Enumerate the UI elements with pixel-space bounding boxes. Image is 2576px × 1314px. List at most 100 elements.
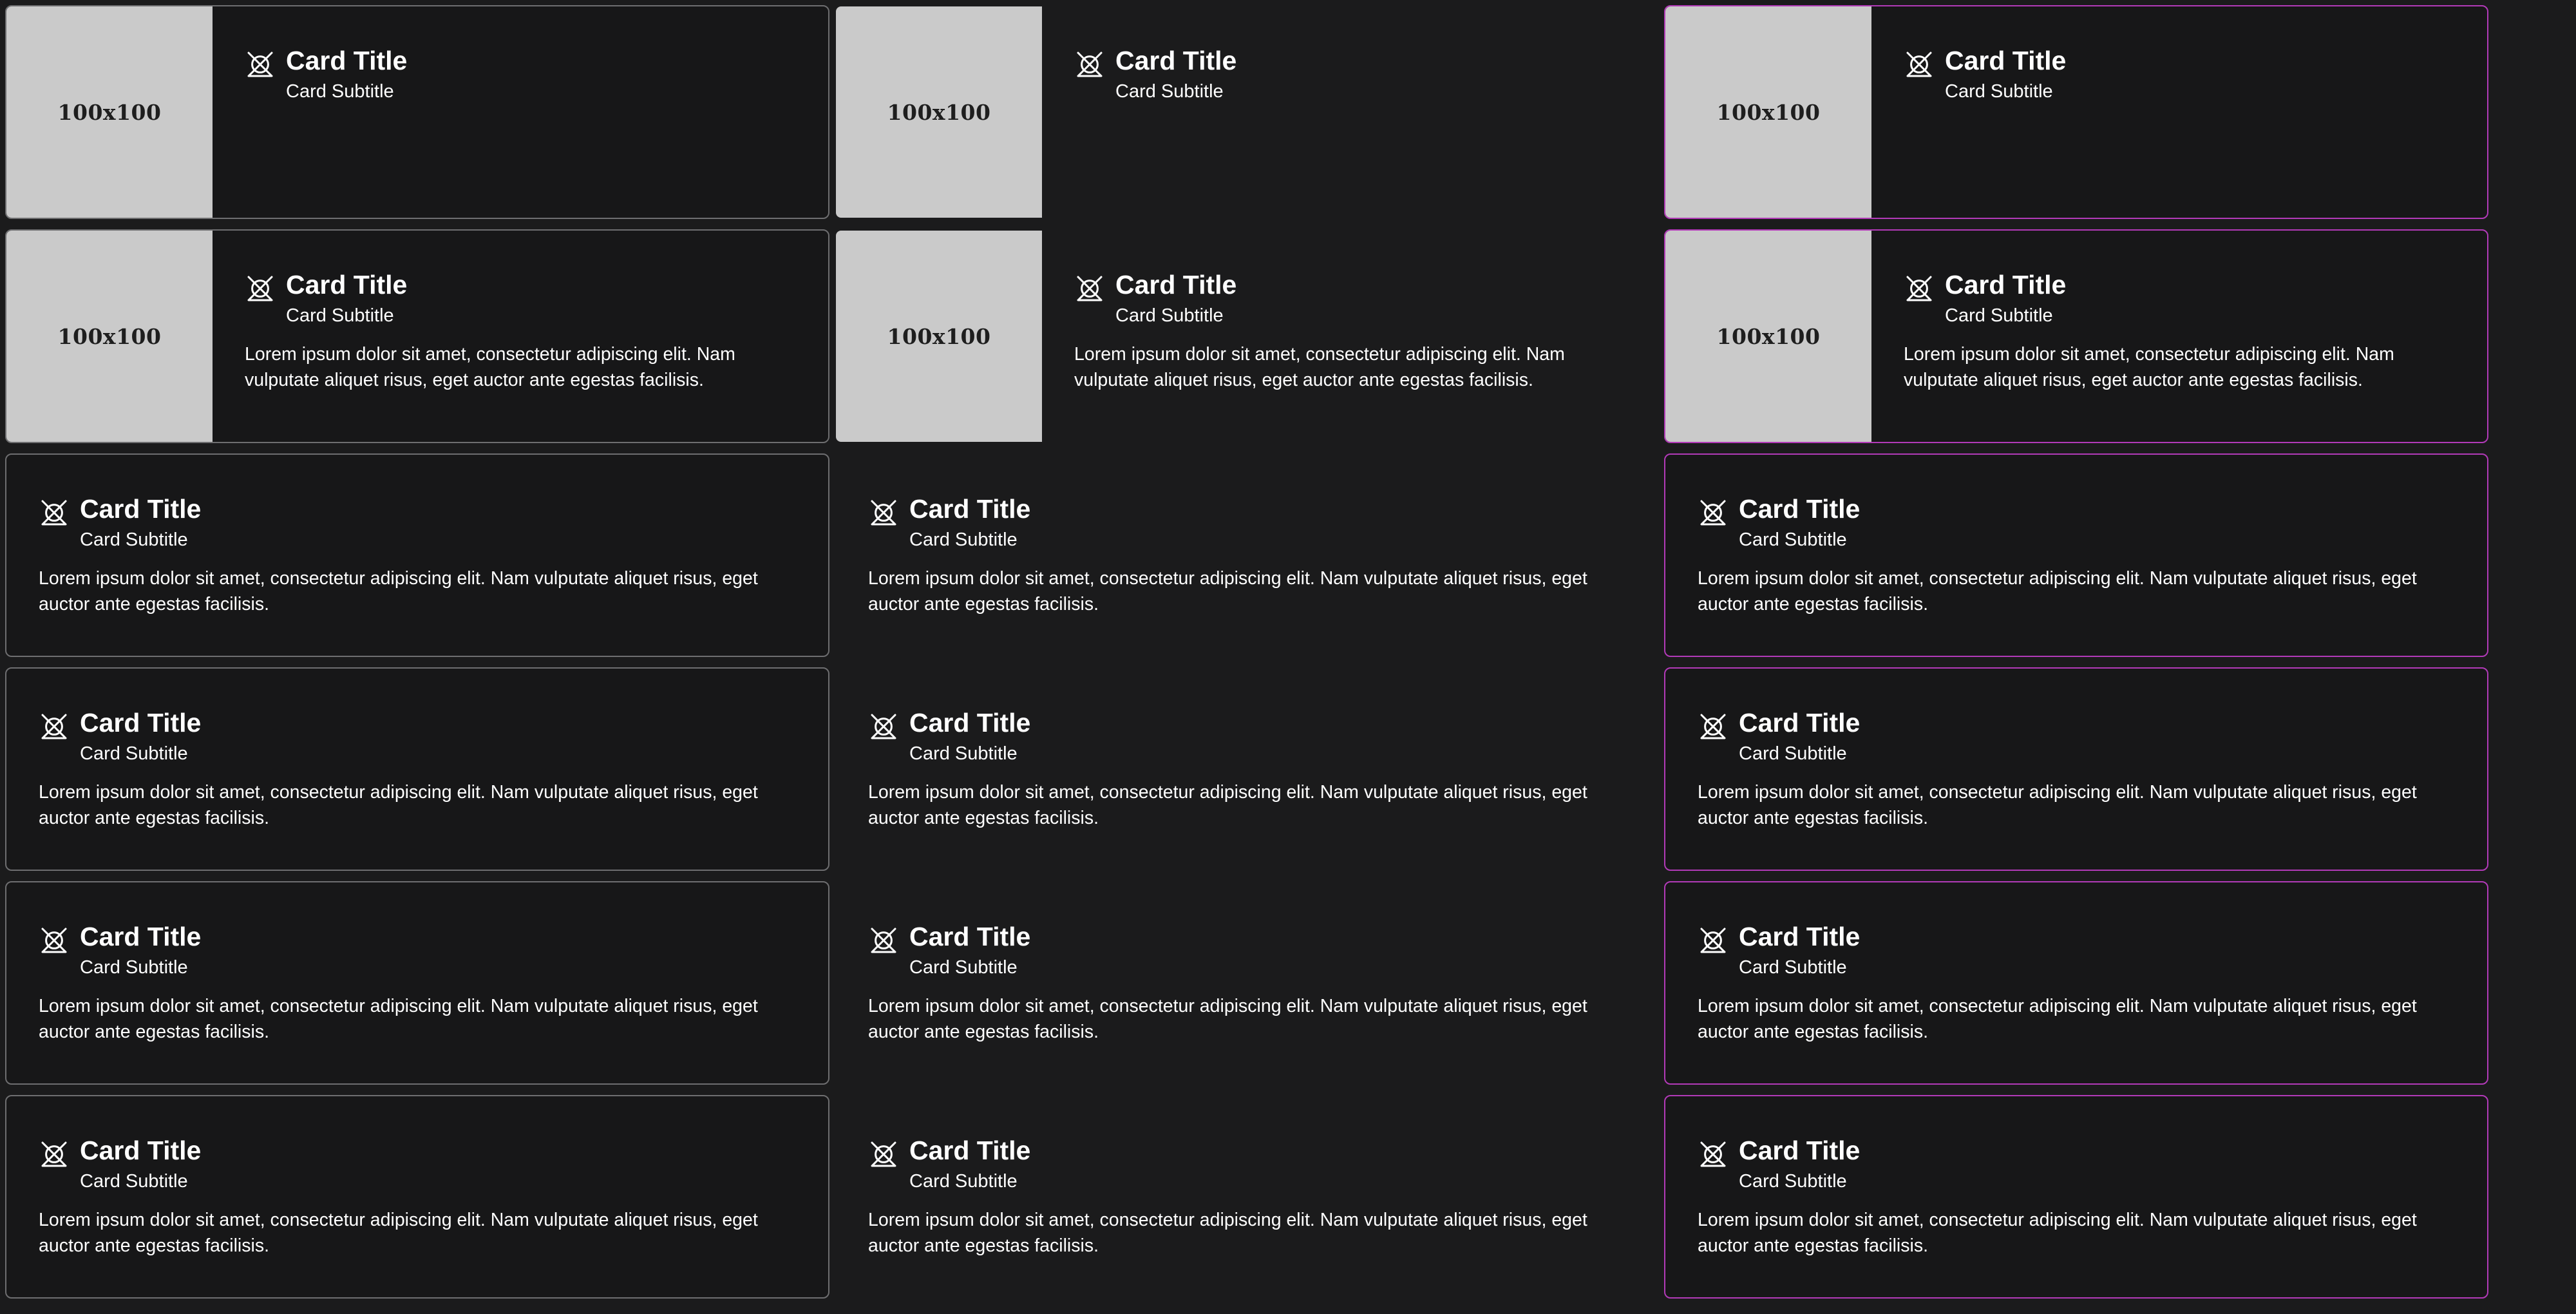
- card-media-placeholder: 100x100: [6, 231, 213, 442]
- media-placeholder-label: 100x100: [887, 323, 991, 349]
- no-image-icon: [41, 500, 67, 526]
- card-content: Card Title Card Subtitle Lorem ipsum dolor…: [836, 669, 1658, 870]
- card-title: Card Title: [80, 922, 202, 951]
- no-image-icon: [1906, 52, 1932, 77]
- card-outlined[interactable]: Card Title Card Subtitle Lorem ipsum dolor…: [5, 1095, 829, 1299]
- card-body-text: Lorem ipsum dolor sit amet, consectetur …: [1698, 1210, 2417, 1256]
- no-image-icon: [247, 52, 273, 77]
- card-header: Card Title Card Subtitle: [1698, 705, 2461, 766]
- card-subtitle: Card Subtitle: [1945, 81, 2053, 102]
- card-title: Card Title: [1739, 494, 1861, 524]
- card-titles: Card Title Card Subtitle: [1115, 267, 1236, 328]
- card-header: Card Title Card Subtitle: [245, 267, 802, 328]
- card-header: Card Title Card Subtitle: [1904, 267, 2461, 328]
- media-placeholder-label: 100x100: [1716, 323, 1821, 349]
- card-plain[interactable]: 100x100 Card Title Card Subtitle Lorem ipsu…: [835, 229, 1659, 443]
- card-title: Card Title: [80, 708, 202, 738]
- card-media-placeholder: 100x100: [836, 231, 1042, 442]
- card-titles: Card Title Card Subtitle: [909, 491, 1030, 553]
- no-image-icon: [871, 928, 896, 953]
- card-plain[interactable]: Card Title Card Subtitle Lorem ipsum dolor…: [835, 453, 1659, 657]
- card-content: Card Title Card Subtitle Lorem ipsum dolor…: [6, 455, 828, 656]
- card-title: Card Title: [909, 1136, 1031, 1165]
- card-subtitle: Card Subtitle: [80, 529, 188, 550]
- card-header: Card Title Card Subtitle: [1074, 267, 1632, 328]
- card-header: Card Title Card Subtitle: [1074, 43, 1632, 104]
- card-subtitle: Card Subtitle: [1945, 305, 2053, 326]
- card-plain[interactable]: 100x100 Card Title Card Subtitle: [835, 5, 1659, 219]
- card-title: Card Title: [1115, 270, 1237, 300]
- card-body-text: Lorem ipsum dolor sit amet, consectetur …: [1698, 996, 2417, 1042]
- card-content: Card Title Card Subtitle: [213, 6, 828, 218]
- card-content: Card Title Card Subtitle: [1042, 6, 1658, 218]
- card-accent[interactable]: Card Title Card Subtitle Lorem ipsum dolor…: [1664, 881, 2488, 1085]
- card-header: Card Title Card Subtitle: [39, 1132, 802, 1194]
- card-body-text: Lorem ipsum dolor sit amet, consectetur …: [39, 1210, 758, 1256]
- card-plain[interactable]: Card Title Card Subtitle Lorem ipsum dolor…: [835, 667, 1659, 871]
- card-accent[interactable]: Card Title Card Subtitle Lorem ipsum dolor…: [1664, 1095, 2488, 1299]
- card-accent[interactable]: Card Title Card Subtitle Lorem ipsum dolor…: [1664, 667, 2488, 871]
- card-media-placeholder: 100x100: [6, 6, 213, 218]
- card-content: Card Title Card Subtitle Lorem ipsum dolor…: [836, 455, 1658, 656]
- card-title: Card Title: [80, 1136, 202, 1165]
- card-subtitle: Card Subtitle: [1739, 529, 1847, 550]
- no-image-icon: [1906, 276, 1932, 301]
- card-grid: 100x100 Card Title Card Subtitle 100x100 Car…: [0, 0, 2576, 1314]
- card-subtitle: Card Subtitle: [909, 529, 1018, 550]
- card-accent[interactable]: 100x100 Card Title Card Subtitle: [1664, 5, 2488, 219]
- card-titles: Card Title Card Subtitle: [1115, 43, 1236, 104]
- card-title: Card Title: [1739, 708, 1861, 738]
- card-subtitle: Card Subtitle: [1115, 81, 1224, 102]
- no-image-icon: [1700, 714, 1726, 739]
- card-subtitle: Card Subtitle: [909, 957, 1018, 978]
- card-header: Card Title Card Subtitle: [1698, 491, 2461, 553]
- card-outlined[interactable]: Card Title Card Subtitle Lorem ipsum dolor…: [5, 453, 829, 657]
- card-body-text: Lorem ipsum dolor sit amet, consectetur …: [39, 996, 758, 1042]
- card-titles: Card Title Card Subtitle: [1739, 705, 1860, 766]
- card-outlined[interactable]: 100x100 Card Title Card Subtitle: [5, 5, 829, 219]
- card-header: Card Title Card Subtitle: [39, 491, 802, 553]
- card-title: Card Title: [909, 708, 1031, 738]
- card-title: Card Title: [909, 494, 1031, 524]
- card-outlined[interactable]: Card Title Card Subtitle Lorem ipsum dolor…: [5, 881, 829, 1085]
- card-body-text: Lorem ipsum dolor sit amet, consectetur …: [1904, 344, 2394, 390]
- card-content: Card Title Card Subtitle Lorem ipsum dolor…: [1871, 231, 2487, 442]
- card-plain[interactable]: Card Title Card Subtitle Lorem ipsum dolor…: [835, 881, 1659, 1085]
- card-content: Card Title Card Subtitle Lorem ipsum dolor…: [6, 669, 828, 870]
- card-subtitle: Card Subtitle: [1739, 957, 1847, 978]
- media-placeholder-label: 100x100: [57, 323, 162, 349]
- card-content: Card Title Card Subtitle Lorem ipsum dolor…: [1042, 231, 1658, 442]
- card-body-text: Lorem ipsum dolor sit amet, consectetur …: [1698, 568, 2417, 614]
- card-accent[interactable]: 100x100 Card Title Card Subtitle Lorem ipsu…: [1664, 229, 2488, 443]
- card-titles: Card Title Card Subtitle: [1739, 1132, 1860, 1194]
- card-outlined[interactable]: 100x100 Card Title Card Subtitle Lorem ipsu…: [5, 229, 829, 443]
- card-title: Card Title: [286, 46, 408, 75]
- card-body-text: Lorem ipsum dolor sit amet, consectetur …: [39, 568, 758, 614]
- card-titles: Card Title Card Subtitle: [80, 1132, 201, 1194]
- card-titles: Card Title Card Subtitle: [286, 43, 407, 104]
- no-image-icon: [41, 714, 67, 739]
- no-image-icon: [871, 1141, 896, 1167]
- no-image-icon: [871, 500, 896, 526]
- card-subtitle: Card Subtitle: [80, 957, 188, 978]
- card-outlined[interactable]: Card Title Card Subtitle Lorem ipsum dolor…: [5, 667, 829, 871]
- card-plain[interactable]: Card Title Card Subtitle Lorem ipsum dolor…: [835, 1095, 1659, 1299]
- card-body-text: Lorem ipsum dolor sit amet, consectetur …: [868, 996, 1587, 1042]
- card-body-text: Lorem ipsum dolor sit amet, consectetur …: [1074, 344, 1565, 390]
- card-header: Card Title Card Subtitle: [245, 43, 802, 104]
- card-subtitle: Card Subtitle: [286, 305, 394, 326]
- card-subtitle: Card Subtitle: [909, 1171, 1018, 1192]
- card-subtitle: Card Subtitle: [1739, 743, 1847, 764]
- no-image-icon: [1700, 500, 1726, 526]
- card-title: Card Title: [1945, 46, 2067, 75]
- no-image-icon: [1700, 928, 1726, 953]
- card-subtitle: Card Subtitle: [80, 743, 188, 764]
- card-content: Card Title Card Subtitle Lorem ipsum dolor…: [6, 882, 828, 1083]
- card-header: Card Title Card Subtitle: [868, 919, 1632, 980]
- no-image-icon: [1077, 52, 1103, 77]
- card-title: Card Title: [1739, 922, 1861, 951]
- card-media-placeholder: 100x100: [1665, 6, 1871, 218]
- card-accent[interactable]: Card Title Card Subtitle Lorem ipsum dolor…: [1664, 453, 2488, 657]
- card-title: Card Title: [286, 270, 408, 300]
- card-body-text: Lorem ipsum dolor sit amet, consectetur …: [245, 344, 735, 390]
